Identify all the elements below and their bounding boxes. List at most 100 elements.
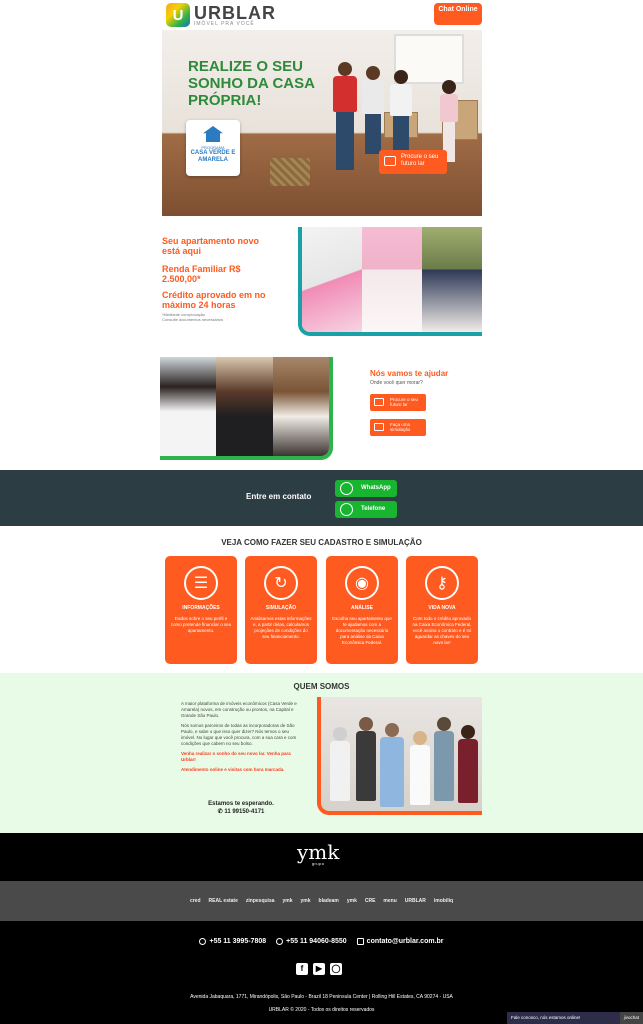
footer-email-text: contato@urblar.com.br <box>366 938 444 945</box>
whatsapp-button[interactable]: WhatsApp <box>335 480 397 497</box>
photo-couple <box>422 227 482 332</box>
step-title: ANÁLISE <box>351 605 373 611</box>
phone-label: Telefone <box>361 506 386 512</box>
whatsapp-label: WhatsApp <box>361 485 391 491</box>
brand-logo[interactable]: zinpesquisa <box>246 898 275 904</box>
location-pin-icon: ◉ <box>345 566 379 600</box>
logo-mark-icon: U <box>166 3 190 27</box>
house-search-icon <box>374 398 384 406</box>
urblar-logo[interactable]: U URBLAR IMÓVEL PRA VOCÊ <box>166 3 276 27</box>
brand-logo[interactable]: CRE <box>365 898 376 904</box>
site-footer: +55 11 3995-7808 +55 11 94060-8550 conta… <box>0 921 643 1024</box>
hero-banner: REALIZE O SEU SONHO DA CASA PRÓPRIA! PRO… <box>162 30 482 216</box>
footer-address: Avenida Jabaquara, 1771, Mirandópolis, S… <box>190 994 453 1000</box>
about-title: QUEM SOMOS <box>293 682 350 691</box>
house-icon <box>203 126 223 142</box>
offer-headline: Seu apartamento novo está aqui <box>162 236 260 256</box>
clock-refresh-icon: ↻ <box>264 566 298 600</box>
brand-logo[interactable]: URBLAR <box>405 898 426 904</box>
waiting-text: Estamos te esperando. <box>208 801 274 807</box>
search-home-button[interactable]: Procure o seu futuro lar <box>370 394 426 411</box>
chatbar-brand: jivochat <box>619 1012 643 1024</box>
brand-logo[interactable]: menu <box>383 898 396 904</box>
photo-chef <box>272 357 329 456</box>
casa-verde-amarela-badge: PROGRAMA CASA VERDE E AMARELA <box>186 120 240 176</box>
jivochat-bar[interactable]: Fale conosco, nós estamos online! jivoch… <box>507 1012 643 1024</box>
about-phone-link[interactable]: ✆ 11 99150-4171 <box>181 808 301 816</box>
family-member <box>360 66 386 154</box>
offer-income: Renda Familiar R$ 2.500,00* <box>162 264 241 284</box>
brand-logo[interactable]: imobiliq <box>434 898 453 904</box>
step-card-simulation: ↻ SIMULAÇÃO Analisamos estas informações… <box>245 556 317 664</box>
about-section: QUEM SOMOS A maior plataforma de imóveis… <box>0 673 643 833</box>
photo-cleaning <box>302 227 362 332</box>
footer-email[interactable]: contato@urblar.com.br <box>356 938 444 945</box>
offer-credit: Crédito aprovado em no máximo 24 horas <box>162 290 266 310</box>
footer-phone-1-text: +55 11 3995-7808 <box>209 938 267 945</box>
family-member <box>330 62 360 170</box>
step-card-new-life: ⚷ VIDA NOVA Com todo o crédito aprovado … <box>406 556 478 664</box>
offer-text: Seu apartamento novo está aqui Renda Fam… <box>162 236 272 322</box>
calculator-icon <box>374 423 384 431</box>
step-card-analysis: ◉ ANÁLISE Escolha seu apartamento que te… <box>326 556 398 664</box>
contact-band: Entre em contato WhatsApp Telefone <box>0 470 643 526</box>
basket-decor <box>270 158 310 186</box>
help-subtitle: Onde você quer morar? <box>370 380 423 386</box>
step-desc: Escolha seu apartamento que te ajudamos … <box>332 616 392 645</box>
keys-icon: ⚷ <box>425 566 459 600</box>
brand-logo[interactable]: ymk <box>347 898 357 904</box>
step-title: INFORMAÇÕES <box>182 605 220 611</box>
facebook-icon[interactable]: f <box>296 963 308 975</box>
photo-doctor <box>160 357 217 456</box>
team-photo <box>317 697 482 815</box>
offer-note-docs: Consulte documentos necessários <box>162 317 224 322</box>
step-title: VIDA NOVA <box>428 605 456 611</box>
hero-headline: REALIZE O SEU SONHO DA CASA PRÓPRIA! <box>188 58 315 109</box>
hero-search-label: Procure o seu futuro lar <box>401 154 439 167</box>
step-card-info: ☰ INFORMAÇÕES Dados sobre o seu perfil e… <box>165 556 237 664</box>
step-desc: Com todo o crédito aprovado na Caixa Eco… <box>412 616 472 645</box>
footer-phone-1[interactable]: +55 11 3995-7808 <box>199 938 266 945</box>
program-name: CASA VERDE E AMARELA <box>190 150 236 163</box>
photo-office <box>216 357 273 456</box>
ymk-group-logo[interactable]: ymk grupo <box>297 842 339 866</box>
help-panel: Nós vamos te ajudar Onde você quer morar… <box>370 369 490 436</box>
envelope-icon <box>356 938 364 945</box>
brand-logo[interactable]: ymk <box>283 898 293 904</box>
logo-name: URBLAR <box>194 2 276 23</box>
landing-page: U URBLAR IMÓVEL PRA VOCÊ Chat Online REA… <box>0 0 643 1024</box>
youtube-icon[interactable]: ▶ <box>313 963 325 975</box>
instagram-icon[interactable]: ◯ <box>330 963 342 975</box>
steps-title: VEJA COMO FAZER SEU CADASTRO E SIMULAÇÃO <box>221 538 422 547</box>
about-paragraph: A maior plataforma de imóveis econômicos… <box>181 701 297 718</box>
step-desc: Analisamos estas informações e, a partir… <box>250 616 312 639</box>
whatsapp-icon <box>340 482 353 495</box>
about-highlight: Venha realizar o sonho do seu novo lar. … <box>181 751 291 762</box>
photo-pregnant <box>362 227 422 332</box>
brand-logo[interactable]: REAL estate <box>209 898 238 904</box>
contact-label: Entre em contato <box>246 492 312 501</box>
brand-logo[interactable]: bladeam <box>319 898 339 904</box>
footer-phone-2[interactable]: +55 11 94060-8550 <box>276 938 347 945</box>
footer-phone-2-text: +55 11 94060-8550 <box>286 938 347 945</box>
hero-search-button[interactable]: Procure o seu futuro lar <box>379 150 447 174</box>
chat-bubble-icon: ☰ <box>184 566 218 600</box>
about-phone: 11 99150-4171 <box>224 809 265 815</box>
step-title: SIMULAÇÃO <box>265 605 297 611</box>
brand-logo[interactable]: ymk <box>301 898 311 904</box>
chat-online-button[interactable]: Chat Online <box>434 3 482 25</box>
phone-icon <box>199 938 207 945</box>
chatbar-text: Fale conosco, nós estamos online! <box>511 1015 581 1020</box>
brand-logo[interactable]: cred <box>190 898 201 904</box>
phone-button[interactable]: Telefone <box>335 501 397 518</box>
help-photo-strip <box>160 357 333 460</box>
partner-brands-bar: cred REAL estate zinpesquisa ymk ymk bla… <box>0 881 643 921</box>
phone-icon <box>340 503 353 516</box>
simulate-button[interactable]: Faça uma simulação <box>370 419 426 436</box>
offer-photo-strip <box>298 227 482 336</box>
search-home-label: Procure o seu futuro lar <box>390 397 419 407</box>
about-waiting: Estamos te esperando. ✆ 11 99150-4171 <box>181 800 301 816</box>
group-footer: ymk grupo <box>0 833 643 881</box>
about-paragraph: Nós somos parceiros de todas as incorpor… <box>181 723 297 746</box>
about-highlight: Atendimento online e visitas com hora ma… <box>181 767 285 772</box>
